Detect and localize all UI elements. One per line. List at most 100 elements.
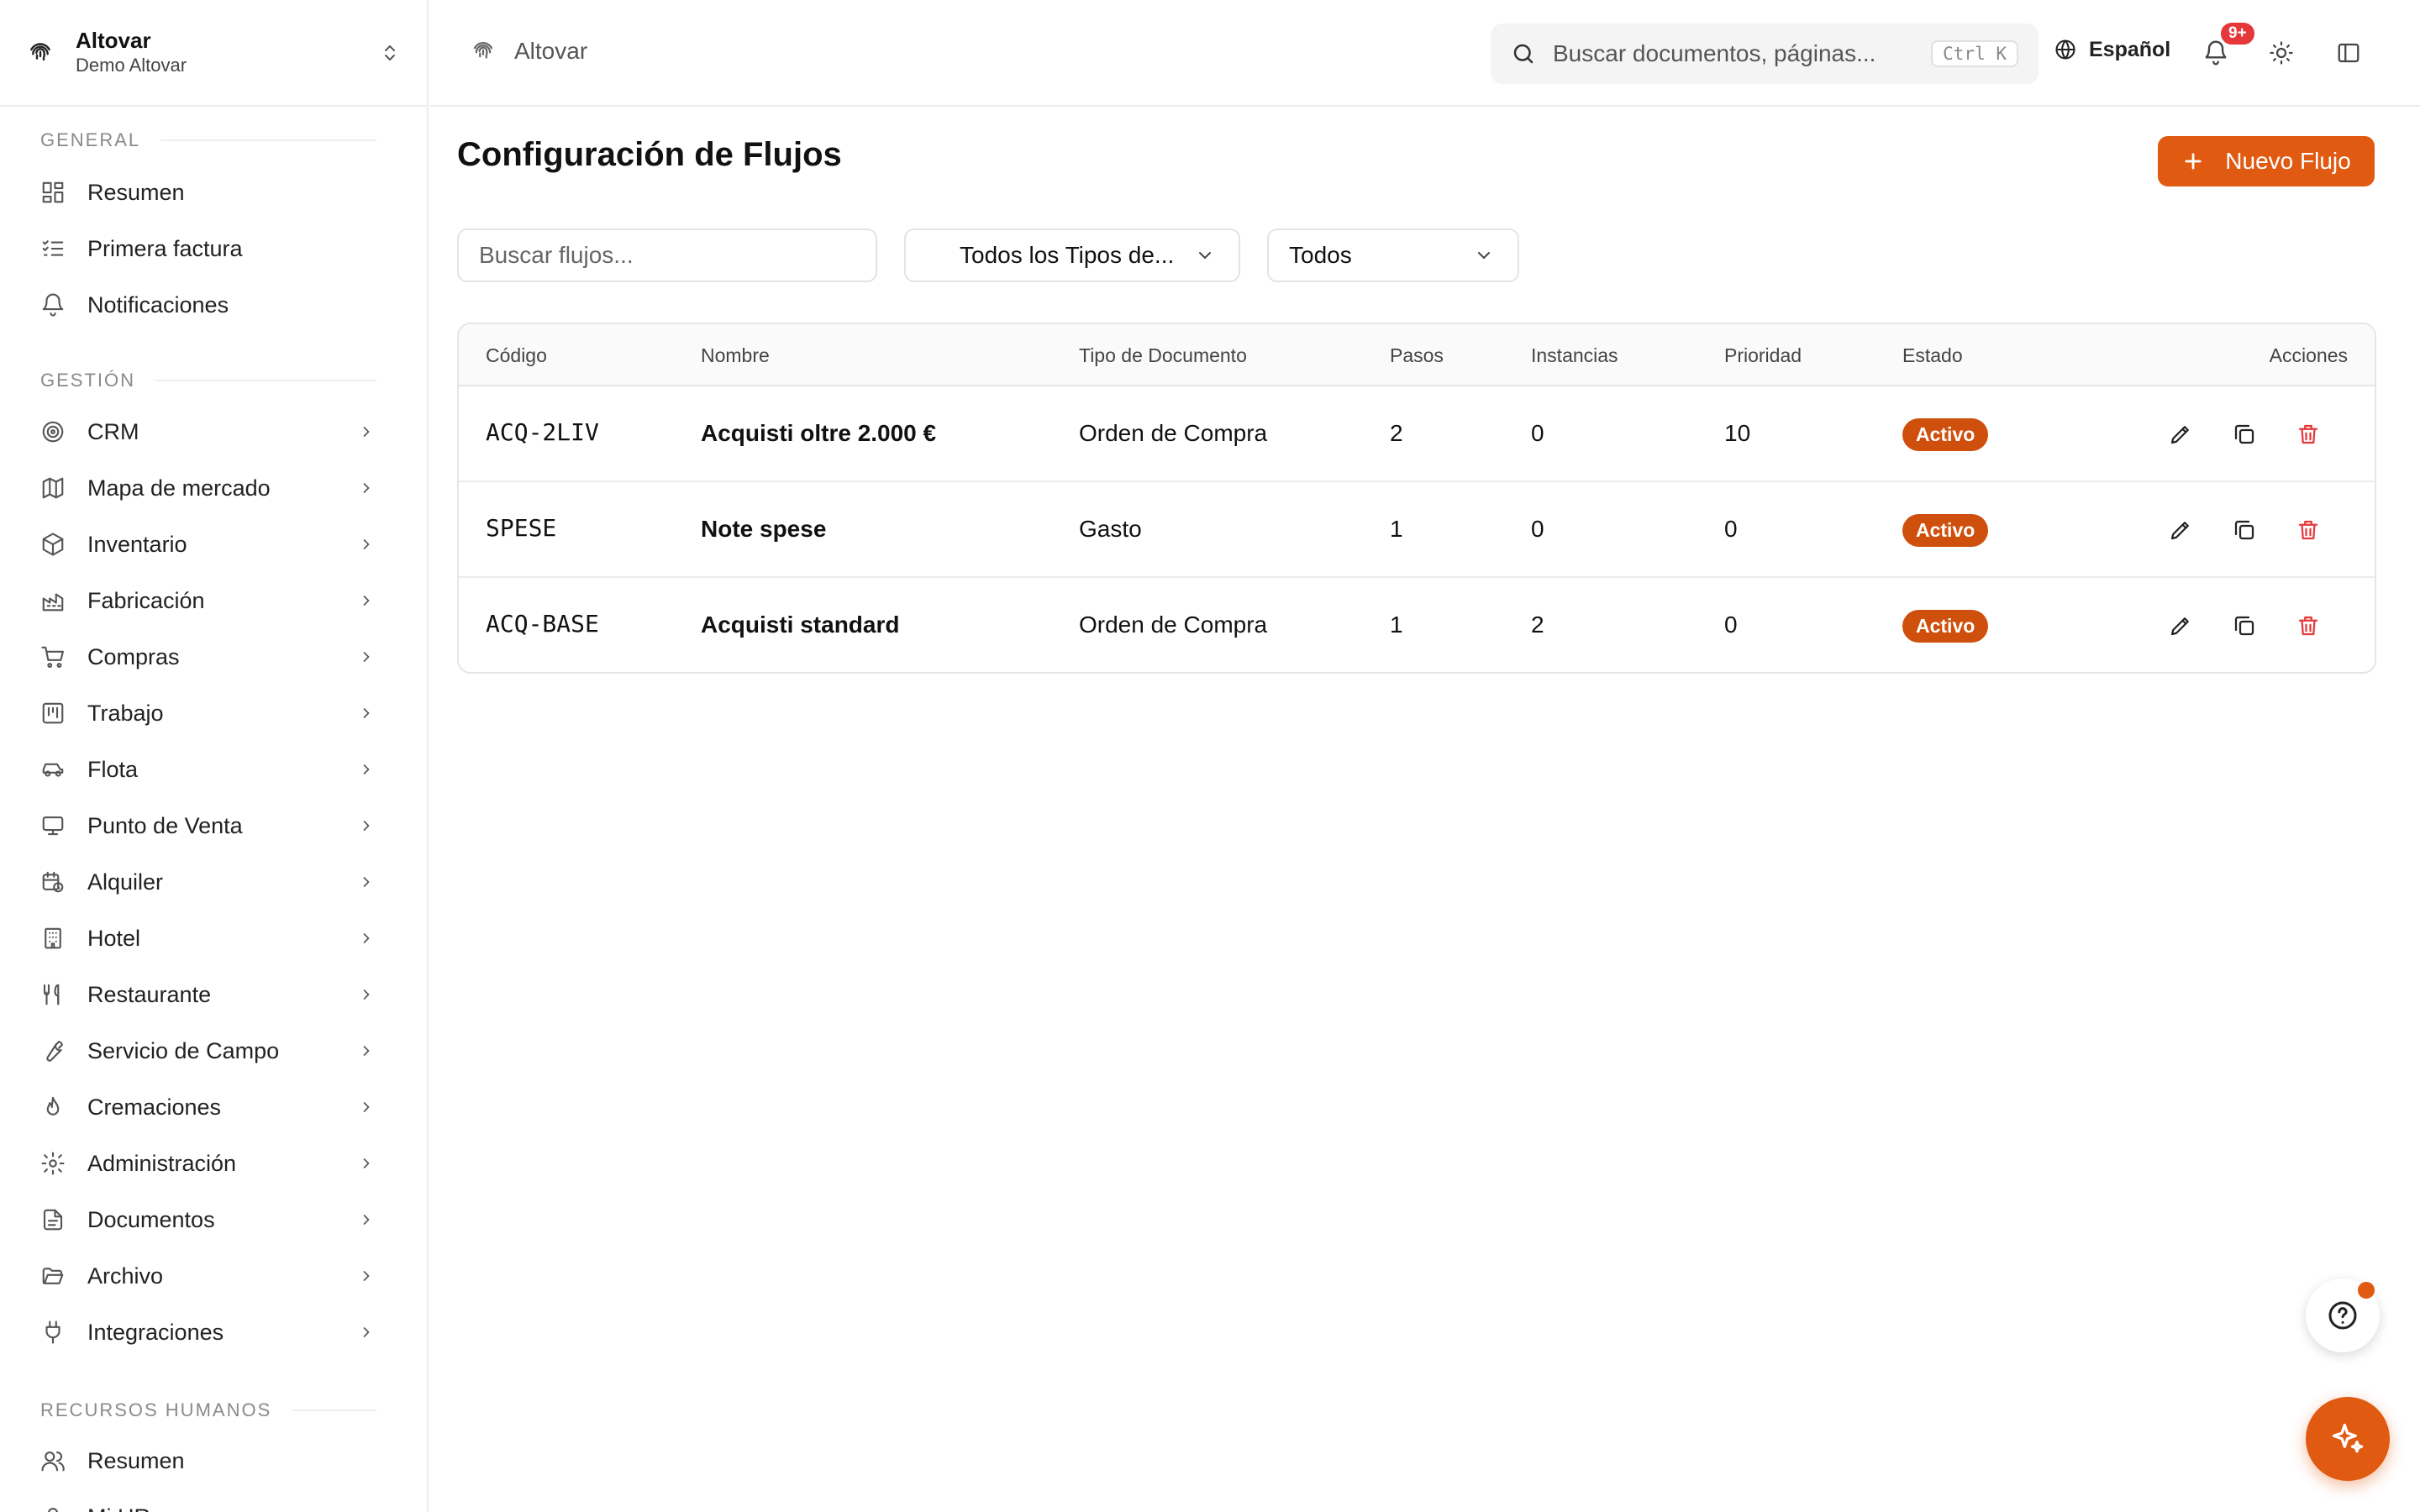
notifications-badge: 9+ — [2218, 20, 2257, 47]
sidebar-item-punto-de-venta[interactable]: Punto de Venta — [40, 806, 376, 845]
status-badge: Activo — [1902, 418, 1989, 451]
status-filter-value: Todos — [1289, 242, 1352, 268]
header-instances: Instancias — [1531, 344, 1618, 366]
global-search-input[interactable] — [1553, 40, 1932, 67]
language-selector[interactable]: Español — [2054, 37, 2170, 62]
chevrons-up-down-icon[interactable] — [378, 41, 402, 65]
cart-icon — [40, 644, 66, 669]
sidebar-item-trabajo[interactable]: Trabajo — [40, 694, 376, 732]
sidebar-item-flota[interactable]: Flota — [40, 750, 376, 789]
sidebar-panel-icon — [2338, 43, 2360, 63]
chevron-right-icon — [356, 422, 376, 442]
table-row[interactable]: ACQ-2LIV Acquisti oltre 2.000 € Orden de C… — [459, 386, 2375, 482]
chevron-right-icon — [356, 1210, 376, 1230]
cell-steps: 1 — [1390, 612, 1403, 638]
section-gestion-label: GESTIÓN — [40, 370, 136, 391]
doc-type-filter[interactable]: Todos los Tipos de... — [904, 228, 1240, 282]
sidebar-item-documentos[interactable]: Documentos — [40, 1200, 376, 1239]
dashboard-icon — [40, 180, 66, 205]
copy-icon[interactable] — [2230, 612, 2259, 640]
header-steps: Pasos — [1390, 344, 1444, 366]
new-flow-button[interactable]: Nuevo Flujo — [2158, 136, 2375, 186]
status-badge: Activo — [1902, 514, 1989, 547]
car-icon — [40, 757, 66, 782]
sidebar-item-crm[interactable]: CRM — [40, 412, 376, 451]
help-button[interactable] — [2306, 1278, 2380, 1352]
cell-priority: 10 — [1724, 420, 1751, 446]
sidebar-item-resumen[interactable]: Resumen — [40, 173, 376, 212]
flame-icon — [40, 1095, 66, 1120]
org-switcher[interactable]: Altovar Demo Altovar — [0, 0, 427, 107]
sidebar-item-servicio-de-campo[interactable]: Servicio de Campo — [40, 1032, 376, 1070]
sidebar-item-resumen[interactable]: Resumen — [40, 1441, 376, 1480]
package-icon — [40, 532, 66, 557]
theme-toggle[interactable] — [2267, 39, 2296, 67]
org-name: Altovar — [76, 27, 151, 53]
trash-icon[interactable] — [2294, 516, 2323, 544]
sidebar-item-archivo[interactable]: Archivo — [40, 1257, 376, 1295]
sidebar-item-primera-factura[interactable]: Primera factura — [40, 229, 376, 268]
sidebar-item-mapa-de-mercado[interactable]: Mapa de mercado — [40, 469, 376, 507]
sidebar-item-inventario[interactable]: Inventario — [40, 525, 376, 564]
table-row[interactable]: ACQ-BASE Acquisti standard Orden de Compra… — [459, 578, 2375, 672]
notifications-button[interactable]: 9+ — [2200, 20, 2257, 69]
sparkles-icon — [2332, 1423, 2364, 1453]
sidebar-item-hotel[interactable]: Hotel — [40, 919, 376, 958]
copy-icon[interactable] — [2230, 420, 2259, 449]
edit-icon[interactable] — [2166, 612, 2195, 640]
sidebar-item-label: CRM — [87, 418, 139, 444]
cell-doc-type: Gasto — [1079, 516, 1142, 542]
calendar-clock-icon — [40, 869, 66, 895]
sidebar-item-integraciones[interactable]: Integraciones — [40, 1313, 376, 1352]
cell-instances: 2 — [1531, 612, 1544, 638]
edit-icon[interactable] — [2166, 420, 2195, 449]
sidebar-item-label: Documentos — [87, 1206, 215, 1232]
chevron-right-icon — [356, 816, 376, 836]
sidebar-item-alquiler[interactable]: Alquiler — [40, 863, 376, 901]
sidebar-item-label: Fabricación — [87, 587, 205, 613]
panel-toggle[interactable] — [2334, 39, 2363, 67]
sidebar-item-compras[interactable]: Compras — [40, 638, 376, 676]
trash-icon[interactable] — [2294, 420, 2323, 449]
status-filter[interactable]: Todos — [1267, 228, 1519, 282]
chevron-right-icon — [356, 478, 376, 498]
plug-icon — [40, 1320, 66, 1345]
target-icon — [40, 419, 66, 444]
table-row[interactable]: SPESE Note spese Gasto 1 0 0 Activo — [459, 482, 2375, 578]
sidebar-item-fabricacion[interactable]: Fabricación — [40, 581, 376, 620]
users-icon — [40, 1448, 66, 1473]
sidebar-item-administracion[interactable]: Administración — [40, 1144, 376, 1183]
edit-icon[interactable] — [2166, 516, 2195, 544]
sidebar-item-restaurante[interactable]: Restaurante — [40, 975, 376, 1014]
search-shortcut: Ctrl K — [1931, 40, 2018, 67]
doc-type-filter-value: Todos los Tipos de... — [960, 242, 1175, 268]
breadcrumb[interactable]: Altovar — [469, 37, 587, 66]
flow-search-input[interactable] — [457, 228, 877, 282]
header-doc-type: Tipo de Documento — [1079, 344, 1247, 366]
sidebar-item-cremaciones[interactable]: Cremaciones — [40, 1088, 376, 1126]
sidebar-item-label: Punto de Venta — [87, 812, 243, 838]
sidebar-item-mi-hr[interactable]: Mi HR — [40, 1498, 376, 1512]
header-priority: Prioridad — [1724, 344, 1802, 366]
chevron-right-icon — [356, 534, 376, 554]
copy-icon[interactable] — [2230, 516, 2259, 544]
help-circle-icon — [2328, 1301, 2357, 1330]
header-name: Nombre — [701, 344, 770, 366]
sidebar-item-label: Cremaciones — [87, 1094, 222, 1120]
cell-doc-type: Orden de Compra — [1079, 612, 1268, 638]
sidebar-item-label: Inventario — [87, 531, 187, 557]
org-subtitle: Demo Altovar — [76, 54, 187, 76]
sidebar-item-label: Integraciones — [87, 1319, 224, 1345]
global-search[interactable]: Ctrl K — [1491, 24, 2039, 84]
chevron-right-icon — [356, 1266, 376, 1286]
cell-priority: 0 — [1724, 516, 1738, 542]
chevron-right-icon — [356, 984, 376, 1005]
section-rrhh: RECURSOS HUMANOS — [40, 1399, 376, 1421]
ai-assistant-button[interactable] — [2306, 1397, 2390, 1481]
checklist-icon — [40, 236, 66, 261]
chevron-right-icon — [356, 1322, 376, 1342]
sidebar-item-label: Hotel — [87, 925, 141, 951]
sidebar-item-notificaciones[interactable]: Notificaciones — [40, 286, 376, 324]
trash-icon[interactable] — [2294, 612, 2323, 640]
cell-name: Acquisti oltre 2.000 € — [701, 420, 937, 446]
